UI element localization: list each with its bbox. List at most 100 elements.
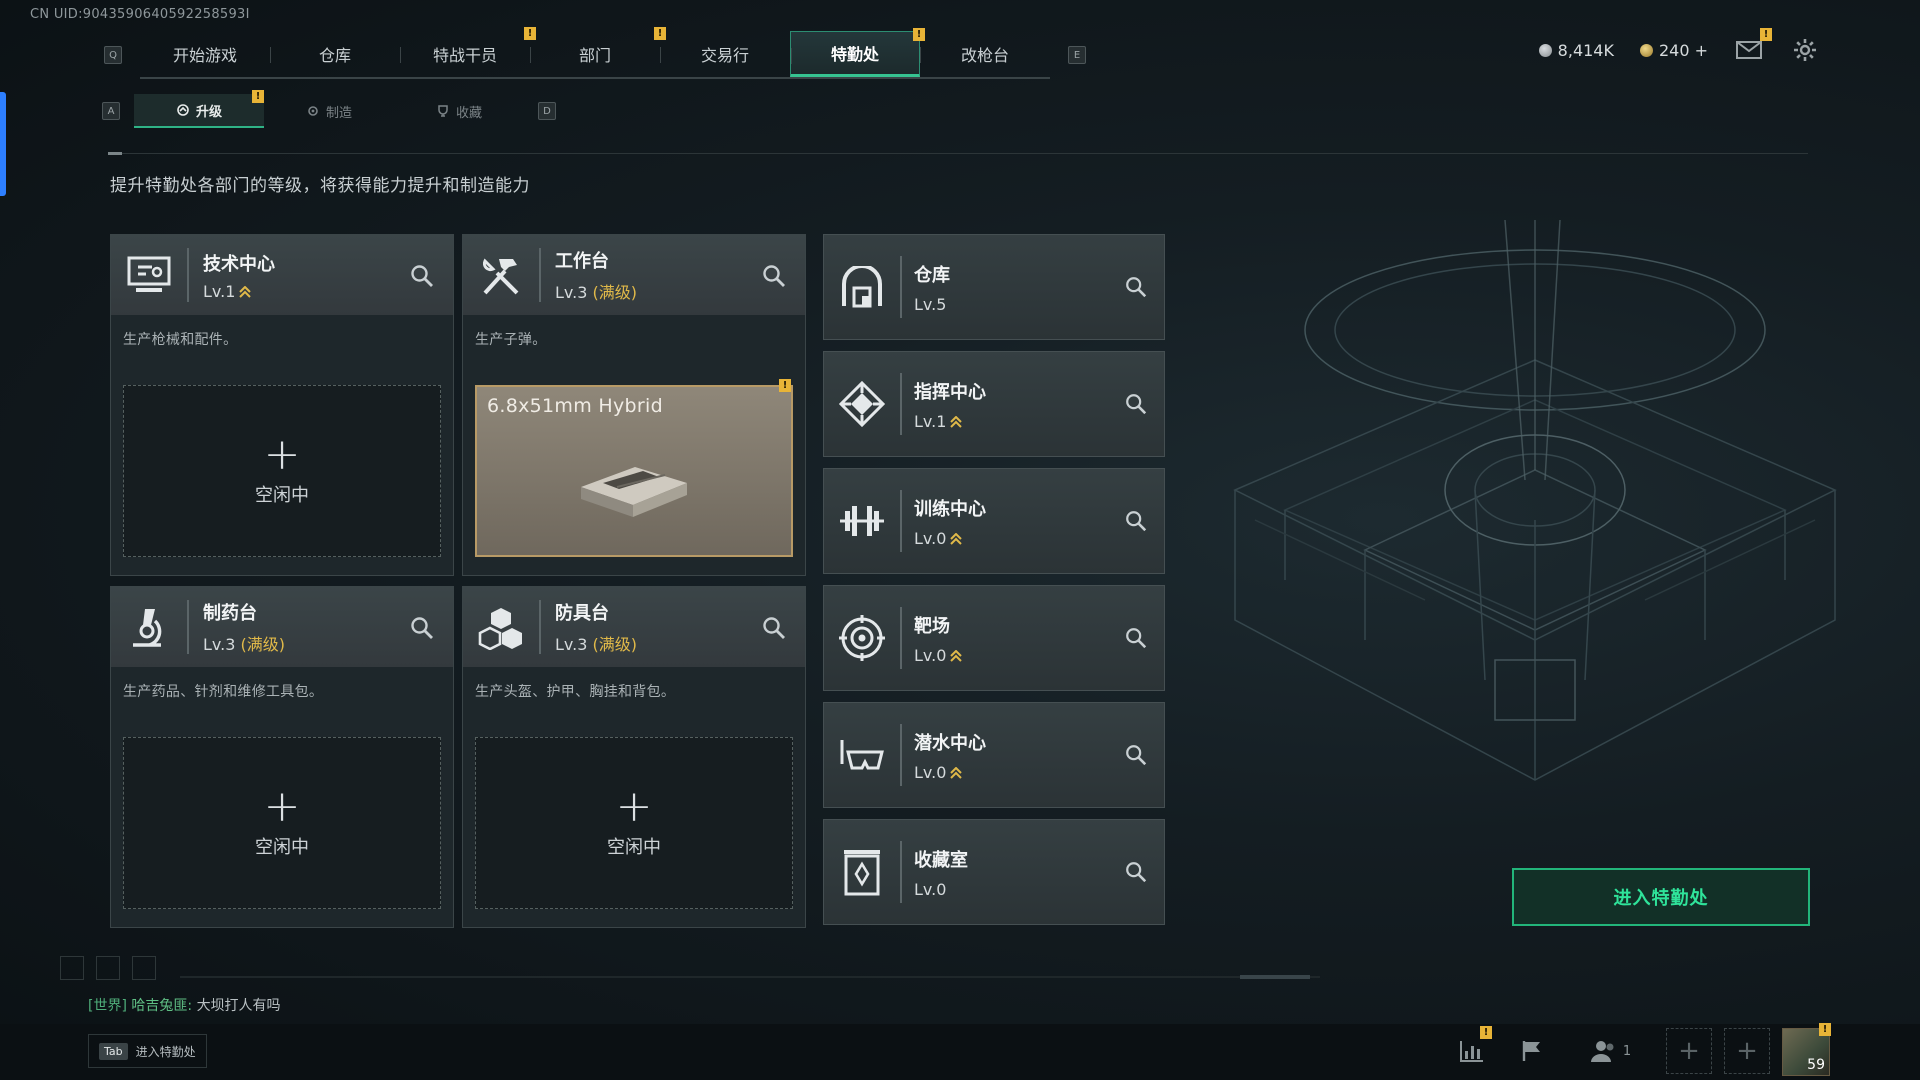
facility-card-armor-bench[interactable]: 防具台 Lv.3 (满级) 生产头盔、护甲、胸挂和背包。 + 空闲中 <box>462 586 806 928</box>
gold-currency[interactable]: 240 + <box>1639 41 1708 60</box>
alert-badge: ! <box>1480 1026 1492 1039</box>
search-icon[interactable] <box>1124 626 1148 650</box>
facility-card-workbench[interactable]: 工作台 Lv.3 (满级) 生产子弹。 6.8x51mm Hybrid ! <box>462 234 806 576</box>
tab-label: 部门 <box>578 46 611 65</box>
production-slot-empty[interactable]: + 空闲中 <box>475 737 793 909</box>
tab-trading[interactable]: 交易行 <box>660 31 790 77</box>
search-icon[interactable] <box>1124 743 1148 767</box>
tab-label: 特勤处 <box>830 45 879 64</box>
tab-label: 开始游戏 <box>172 46 237 65</box>
collection-icon <box>824 819 900 925</box>
main-nav: Q 开始游戏 仓库 特战干员! 部门! 交易行 特勤处! 改枪台 E <box>86 27 1104 80</box>
department-card-command-center[interactable]: 指挥中心 Lv.1 <box>823 351 1165 457</box>
department-level: Lv.0 <box>914 646 963 665</box>
facility-description: 生产枪械和配件。 <box>123 332 238 348</box>
subtab-label: 升级 <box>195 104 222 120</box>
craft-gear-icon <box>308 106 318 116</box>
department-card-diving-center[interactable]: 潜水中心 Lv.0 <box>823 702 1165 808</box>
tab-operators[interactable]: 特战干员! <box>400 27 536 77</box>
upgrade-arrow-icon <box>950 532 963 545</box>
department-name: 靶场 <box>914 615 950 637</box>
tab-warehouse[interactable]: 仓库 <box>270 31 400 77</box>
tab-key-hint[interactable]: Tab 进入特勤处 <box>88 1034 207 1068</box>
page-description: 提升特勤处各部门的等级，将获得能力提升和制造能力 <box>110 176 530 196</box>
gold-coin-icon <box>1639 43 1653 57</box>
search-icon[interactable] <box>761 615 787 641</box>
flag-button[interactable] <box>1514 1028 1550 1074</box>
tab-gunsmith[interactable]: 改枪台 <box>920 31 1050 77</box>
tools-icon <box>463 235 539 315</box>
gear-icon <box>1794 39 1816 61</box>
diving-mask-icon <box>824 702 900 808</box>
department-card-warehouse[interactable]: 仓库 Lv.5 <box>823 234 1165 340</box>
subnav-prev-key[interactable]: A <box>102 102 120 120</box>
search-icon[interactable] <box>409 263 435 289</box>
level-text: Lv.5 <box>914 294 947 314</box>
alert-badge: ! <box>1819 1023 1831 1036</box>
facility-header: 技术中心 Lv.1 <box>111 235 453 315</box>
mail-button[interactable]: ! <box>1734 28 1772 62</box>
subtab-label: 制造 <box>325 105 352 121</box>
department-card-shooting-range[interactable]: 靶场 Lv.0 <box>823 585 1165 691</box>
subtab-craft[interactable]: 制造 <box>264 94 394 128</box>
tab-special-ops[interactable]: 特勤处! <box>790 28 925 77</box>
search-icon[interactable] <box>1124 275 1148 299</box>
chat-message[interactable]: [世界] 哈吉兔匪: 大坝打人有吗 <box>88 995 281 1015</box>
department-name: 潜水中心 <box>914 732 986 754</box>
slot-status: 空闲中 <box>607 837 661 858</box>
production-slot-empty[interactable]: + 空闲中 <box>123 737 441 909</box>
team-slot-2[interactable]: + <box>1724 1028 1770 1074</box>
horizontal-scrollbar[interactable] <box>180 975 1320 979</box>
production-slot-active[interactable]: 6.8x51mm Hybrid ! <box>475 379 793 557</box>
friends-count: 1 <box>1622 1043 1632 1059</box>
nav-next-key[interactable]: E <box>1068 46 1086 64</box>
search-icon[interactable] <box>761 263 787 289</box>
department-level: Lv.5 <box>914 295 950 314</box>
level-text: Lv.0 <box>914 762 947 782</box>
level-text: Lv.1 <box>203 281 236 301</box>
deco-square <box>132 956 156 980</box>
facility-card-pharmacy[interactable]: 制药台 Lv.3 (满级) 生产药品、针剂和维修工具包。 + 空闲中 <box>110 586 454 928</box>
search-icon[interactable] <box>1124 860 1148 884</box>
player-avatar[interactable]: 59 ! <box>1782 1023 1831 1076</box>
separator <box>539 248 541 302</box>
ammo-box-icon <box>581 467 687 517</box>
subtab-upgrade[interactable]: 升级 ! <box>134 90 264 128</box>
settings-button[interactable] <box>1790 38 1820 62</box>
tab-departments[interactable]: 部门! <box>530 27 666 77</box>
department-name: 收藏室 <box>914 849 968 871</box>
upgrade-arrow-icon <box>950 649 963 662</box>
computer-icon <box>111 235 187 315</box>
facility-level: Lv.1 <box>203 282 275 301</box>
search-icon[interactable] <box>1124 392 1148 416</box>
department-card-training-center[interactable]: 训练中心 Lv.0 <box>823 468 1165 574</box>
search-icon[interactable] <box>409 615 435 641</box>
subnav-next-key[interactable]: D <box>538 102 556 120</box>
facility-description: 生产药品、针剂和维修工具包。 <box>123 684 324 700</box>
facility-name: 防具台 <box>555 603 609 624</box>
separator <box>187 600 189 654</box>
base-3d-scene <box>1233 220 1837 781</box>
friends-button[interactable]: 1 <box>1584 1028 1636 1074</box>
stats-button[interactable]: ! <box>1454 1026 1492 1074</box>
silver-coin-icon <box>1538 43 1552 57</box>
facility-header: 防具台 Lv.3 (满级) <box>463 587 805 667</box>
facility-card-tech-center[interactable]: 技术中心 Lv.1 生产枪械和配件。 + 空闲中 <box>110 234 454 576</box>
microscope-icon <box>111 587 187 667</box>
level-text: Lv.1 <box>914 411 947 431</box>
subtab-collection[interactable]: 收藏 <box>394 94 524 128</box>
facility-description: 生产头盔、护甲、胸挂和背包。 <box>475 684 676 700</box>
tab-key: Tab <box>99 1042 128 1060</box>
main-nav-tabs: 开始游戏 仓库 特战干员! 部门! 交易行 特勤处! 改枪台 <box>140 27 1050 79</box>
enter-special-ops-button[interactable]: 进入特勤处 <box>1512 868 1810 926</box>
production-slot-empty[interactable]: + 空闲中 <box>123 385 441 557</box>
upgrade-arrow-icon <box>950 415 963 428</box>
search-icon[interactable] <box>1124 509 1148 533</box>
divider <box>108 152 1808 155</box>
department-card-collection-room[interactable]: 收藏室 Lv.0 <box>823 819 1165 925</box>
max-level-tag: (满级) <box>592 283 638 302</box>
tab-start-game[interactable]: 开始游戏 <box>140 31 270 77</box>
player-uid: CN UID:9043590640592258593I <box>30 7 250 22</box>
team-slot-1[interactable]: + <box>1666 1028 1712 1074</box>
nav-prev-key[interactable]: Q <box>104 46 122 64</box>
